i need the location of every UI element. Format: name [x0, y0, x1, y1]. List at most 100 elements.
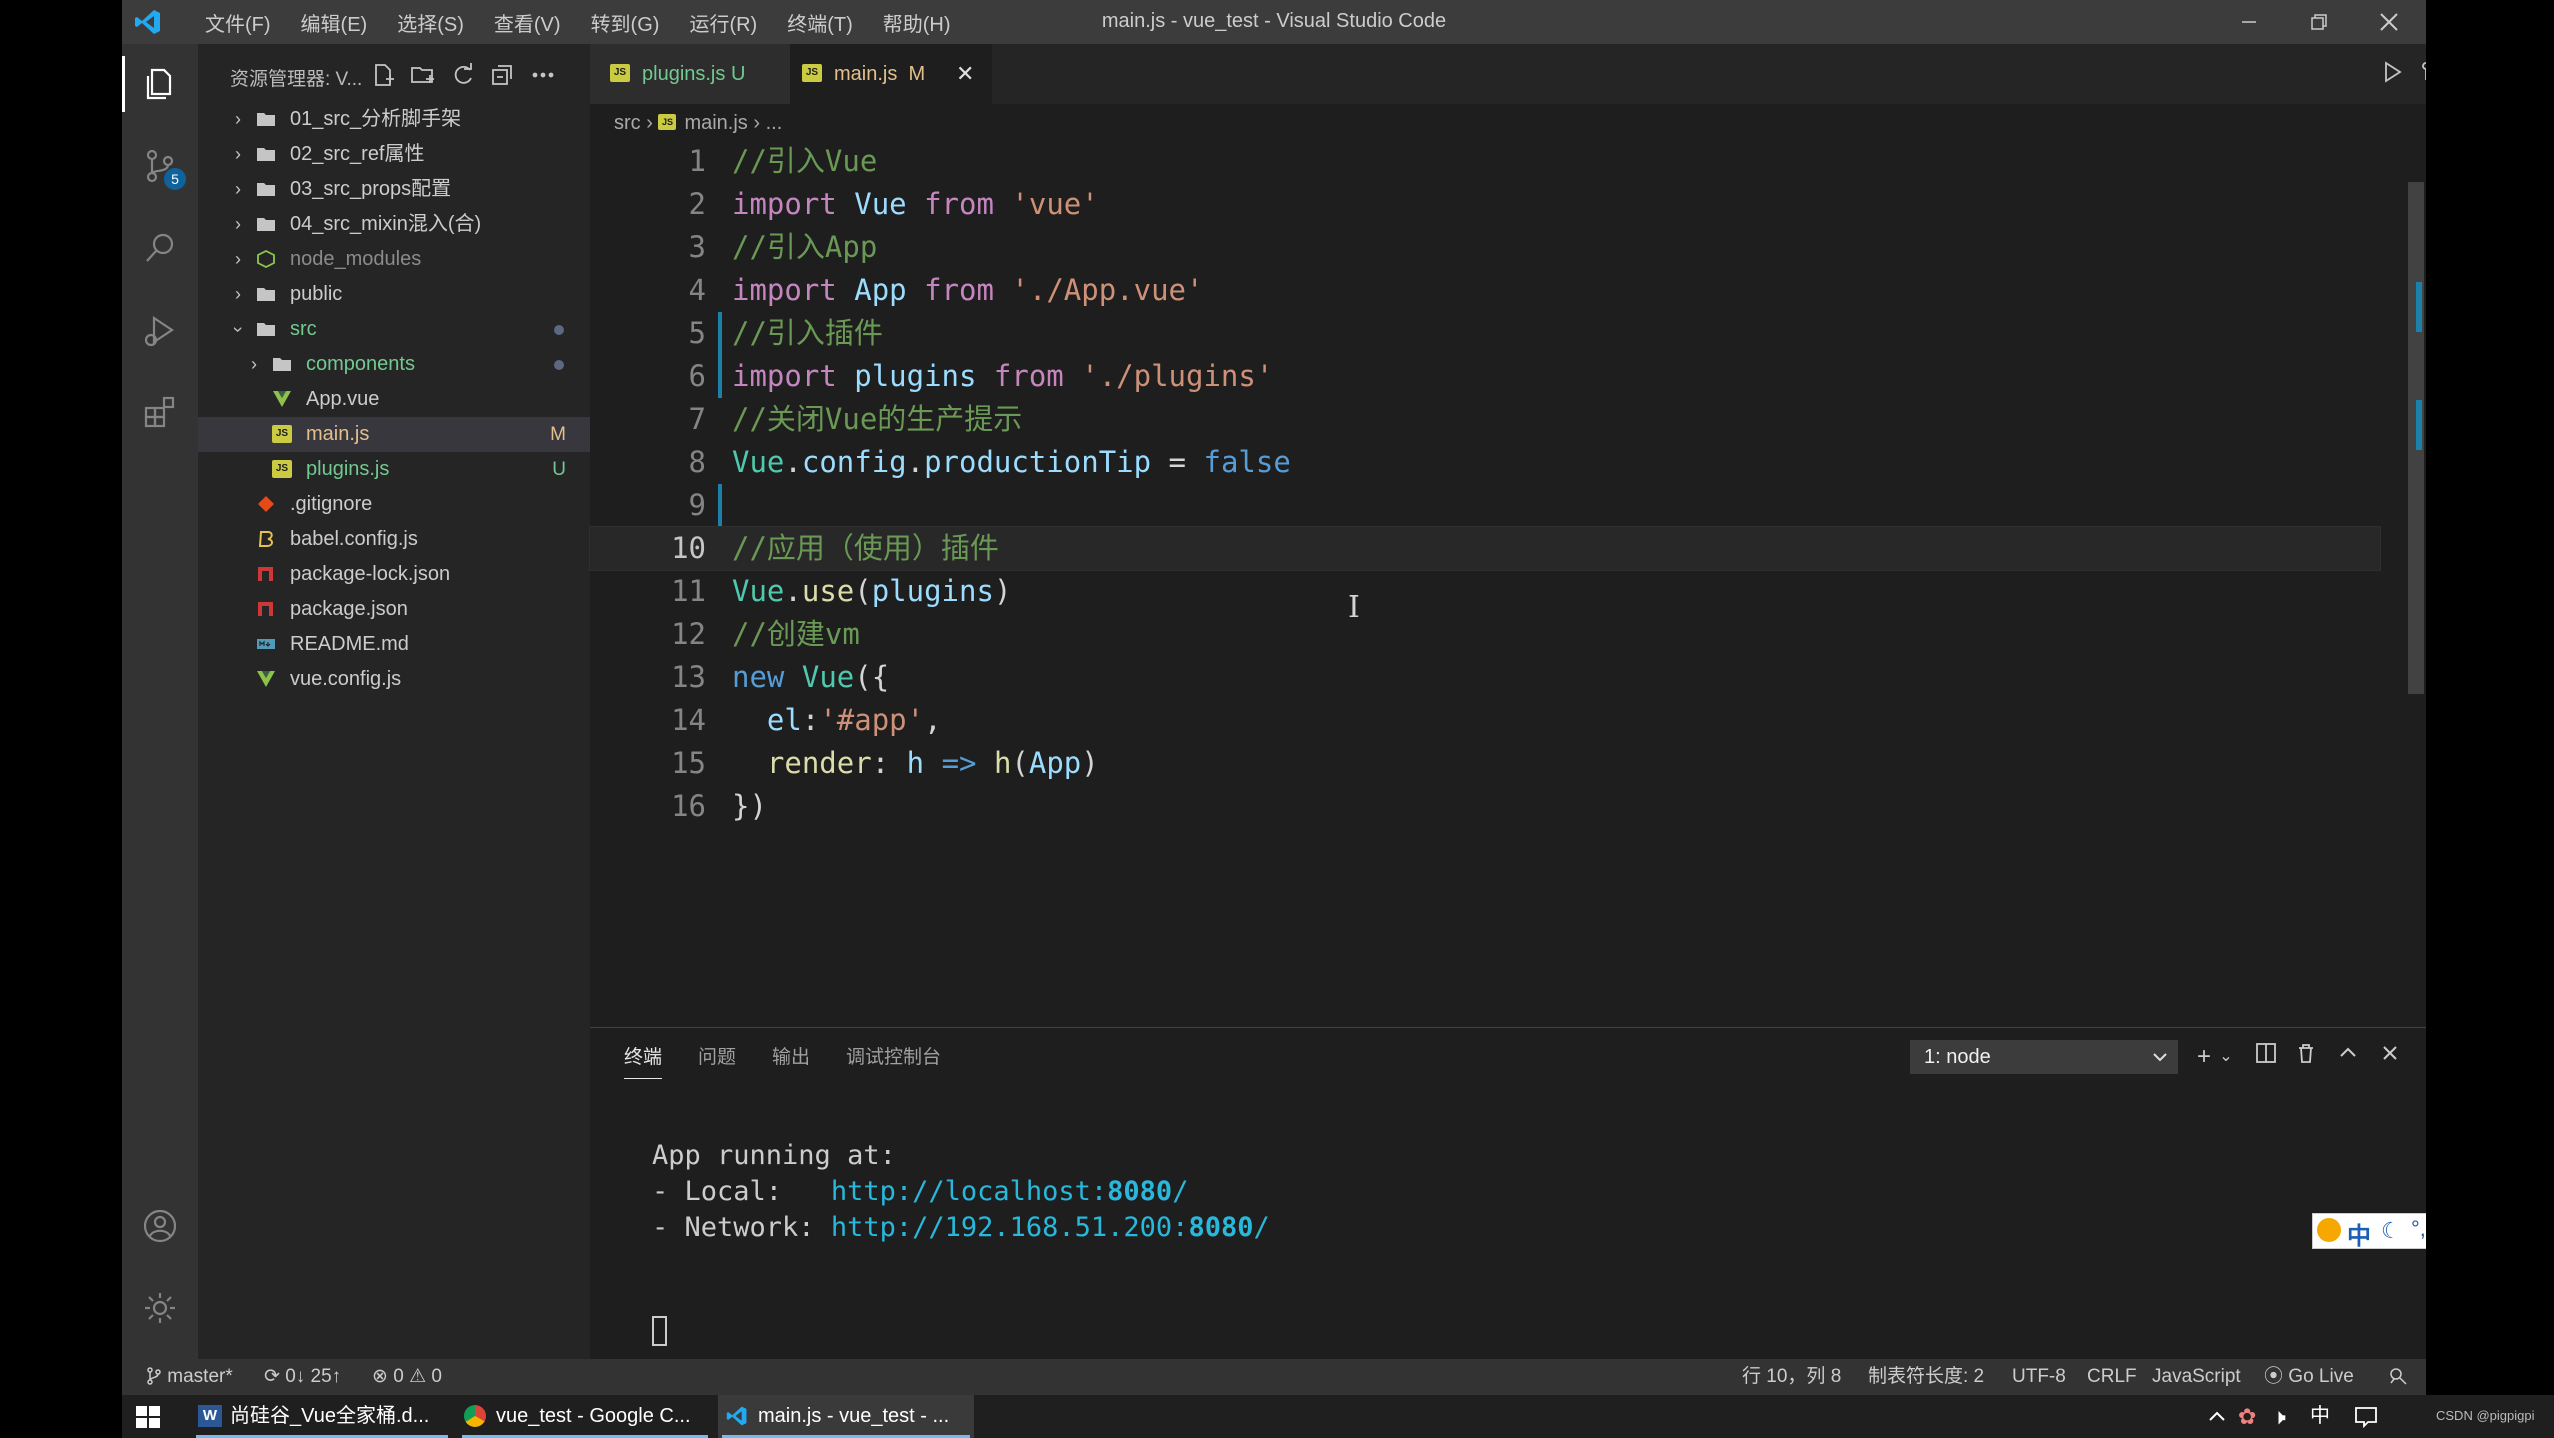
code-text: //引入Vue: [732, 144, 878, 178]
terminal-select[interactable]: 1: node: [1910, 1040, 2178, 1074]
chevron-right-icon: ›: [235, 109, 241, 129]
split-terminal-button[interactable]: [2250, 1040, 2282, 1074]
line-number: 9: [688, 488, 706, 522]
tab-close-button[interactable]: ✕: [956, 44, 974, 104]
line-number: 10: [671, 531, 706, 565]
tree-file-vue-config[interactable]: vue.config.js: [198, 662, 590, 697]
run-debug-activity[interactable]: [122, 294, 198, 366]
editor-scrollbar[interactable]: [2404, 140, 2426, 1027]
modified-dot: [554, 360, 564, 370]
new-file-button[interactable]: [370, 62, 396, 88]
notification-button[interactable]: [2348, 1395, 2384, 1438]
tree-file-gitignore[interactable]: .gitignore: [198, 487, 590, 522]
panel-tab-terminal[interactable]: 终端: [624, 1038, 663, 1079]
js-file-icon: JS: [610, 63, 630, 82]
breadcrumb-more[interactable]: ...: [766, 112, 783, 134]
taskbar-vscode[interactable]: main.js - vue_test - ...: [718, 1395, 974, 1438]
run-file-button[interactable]: [2380, 60, 2404, 89]
breadcrumb: src › JS main.js › ...: [614, 106, 782, 140]
folder-icon: [273, 358, 291, 371]
open-changes-button[interactable]: [2420, 60, 2426, 89]
tree-folder-03[interactable]: › 03_src_props配置: [198, 172, 590, 207]
accounts-activity[interactable]: [122, 1190, 198, 1262]
refresh-button[interactable]: [450, 62, 476, 88]
close-panel-button[interactable]: [2374, 1040, 2406, 1074]
feedback-button[interactable]: [2388, 1359, 2408, 1395]
extensions-activity[interactable]: [122, 376, 198, 448]
breadcrumb-file[interactable]: main.js: [684, 112, 747, 134]
collapse-all-button[interactable]: [490, 62, 516, 88]
breadcrumb-folder[interactable]: src: [614, 112, 641, 134]
tree-file-package-json[interactable]: package.json: [198, 592, 590, 627]
restore-button[interactable]: [2284, 0, 2354, 44]
panel-tab-output[interactable]: 输出: [772, 1038, 810, 1078]
sync-indicator[interactable]: ⟳ 0↓ 25↑: [264, 1359, 341, 1395]
indentation[interactable]: 制表符长度: 2: [1868, 1359, 1984, 1395]
chevron-down-icon[interactable]: ⌄: [2210, 1040, 2242, 1074]
tree-file-app-vue[interactable]: App.vue: [198, 382, 590, 417]
code-text: import App from './App.vue': [732, 273, 1204, 307]
cursor-position[interactable]: 行 10，列 8: [1742, 1359, 1841, 1395]
tree-folder-02[interactable]: › 02_src_ref属性: [198, 137, 590, 172]
source-control-activity[interactable]: 5: [122, 130, 198, 202]
trash-icon: [2299, 1044, 2313, 1063]
tree-file-main-js[interactable]: JS main.js M: [198, 417, 590, 452]
volume-icon[interactable]: 🕨: [2272, 1395, 2302, 1438]
code-line: 12 //创建vm: [590, 613, 2380, 656]
notification-icon: [2355, 1407, 2377, 1428]
tray-expand-button[interactable]: [2202, 1395, 2232, 1438]
chevron-right-icon: ›: [753, 112, 766, 134]
panel-tab-debug-console[interactable]: 调试控制台: [846, 1038, 941, 1078]
ime-mode-indicator[interactable]: 中: [2347, 1216, 2371, 1251]
split-icon: [2256, 1043, 2276, 1063]
close-window-button[interactable]: [2354, 0, 2424, 44]
local-url[interactable]: http://localhost:: [831, 1176, 1107, 1207]
tab-plugins-js[interactable]: JS plugins.js U: [590, 44, 790, 104]
tree-folder-public[interactable]: › public: [198, 277, 590, 312]
babel-file-icon: [258, 531, 273, 547]
tray-app-icon[interactable]: ✿: [2238, 1395, 2268, 1438]
tree-file-package-lock[interactable]: package-lock.json: [198, 557, 590, 592]
network-url[interactable]: http://192.168.51.200:: [831, 1212, 1189, 1243]
taskbar-word[interactable]: W 尚硅谷_Vue全家桶.d...: [192, 1395, 452, 1438]
panel-tab-problems[interactable]: 问题: [698, 1038, 736, 1078]
end-of-line[interactable]: CRLF: [2087, 1359, 2137, 1395]
explorer-activity[interactable]: [122, 48, 198, 120]
language-mode[interactable]: JavaScript: [2152, 1359, 2241, 1395]
tree-file-plugins-js[interactable]: JS plugins.js U: [198, 452, 590, 487]
manage-activity[interactable]: [122, 1272, 198, 1344]
tree-folder-src[interactable]: › src: [198, 312, 590, 347]
tab-status: M: [908, 63, 926, 85]
more-actions-button[interactable]: [530, 62, 556, 88]
encoding[interactable]: UTF-8: [2012, 1359, 2066, 1395]
terminal-cursor: [652, 1316, 667, 1346]
error-count: 0: [393, 1366, 404, 1387]
code-line: 5 //引入插件: [590, 312, 2380, 355]
minimize-button[interactable]: [2214, 0, 2284, 44]
branch-indicator[interactable]: master*: [146, 1359, 233, 1395]
tree-file-babel-config[interactable]: babel.config.js: [198, 522, 590, 557]
search-activity[interactable]: [122, 212, 198, 284]
kill-terminal-button[interactable]: [2290, 1040, 2322, 1074]
tree-folder-04[interactable]: › 04_src_mixin混入(合): [198, 207, 590, 242]
problems-indicator[interactable]: ⊗ 0 ⚠ 0: [372, 1359, 442, 1395]
terminal-output[interactable]: App running at: - Local: http://localhos…: [652, 1138, 1270, 1246]
node-modules-icon: [257, 250, 275, 268]
tree-folder-01[interactable]: › 01_src_分析脚手架: [198, 102, 590, 137]
vue-file-icon: [257, 671, 275, 687]
maximize-panel-button[interactable]: [2332, 1040, 2364, 1074]
ime-toolbar[interactable]: 中 ☾ °, ♟ ⚒: [2312, 1213, 2426, 1251]
ime-tray-indicator[interactable]: 中: [2310, 1395, 2340, 1438]
code-line: 7 //关闭Vue的生产提示: [590, 398, 2380, 441]
tree-label: README.md: [290, 633, 409, 655]
new-folder-button[interactable]: [410, 62, 436, 88]
git-status-modified: M: [550, 424, 566, 445]
explorer-title: 资源管理器: V...: [230, 69, 363, 90]
taskbar-chrome[interactable]: vue_test - Google C...: [458, 1395, 712, 1438]
tree-file-readme[interactable]: README.md: [198, 627, 590, 662]
tab-main-js[interactable]: JS main.js M ✕: [790, 44, 992, 104]
tree-folder-node-modules[interactable]: › node_modules: [198, 242, 590, 277]
go-live-button[interactable]: ⦿ Go Live: [2264, 1359, 2354, 1395]
tree-folder-components[interactable]: › components: [198, 347, 590, 382]
start-button[interactable]: [122, 1395, 178, 1438]
